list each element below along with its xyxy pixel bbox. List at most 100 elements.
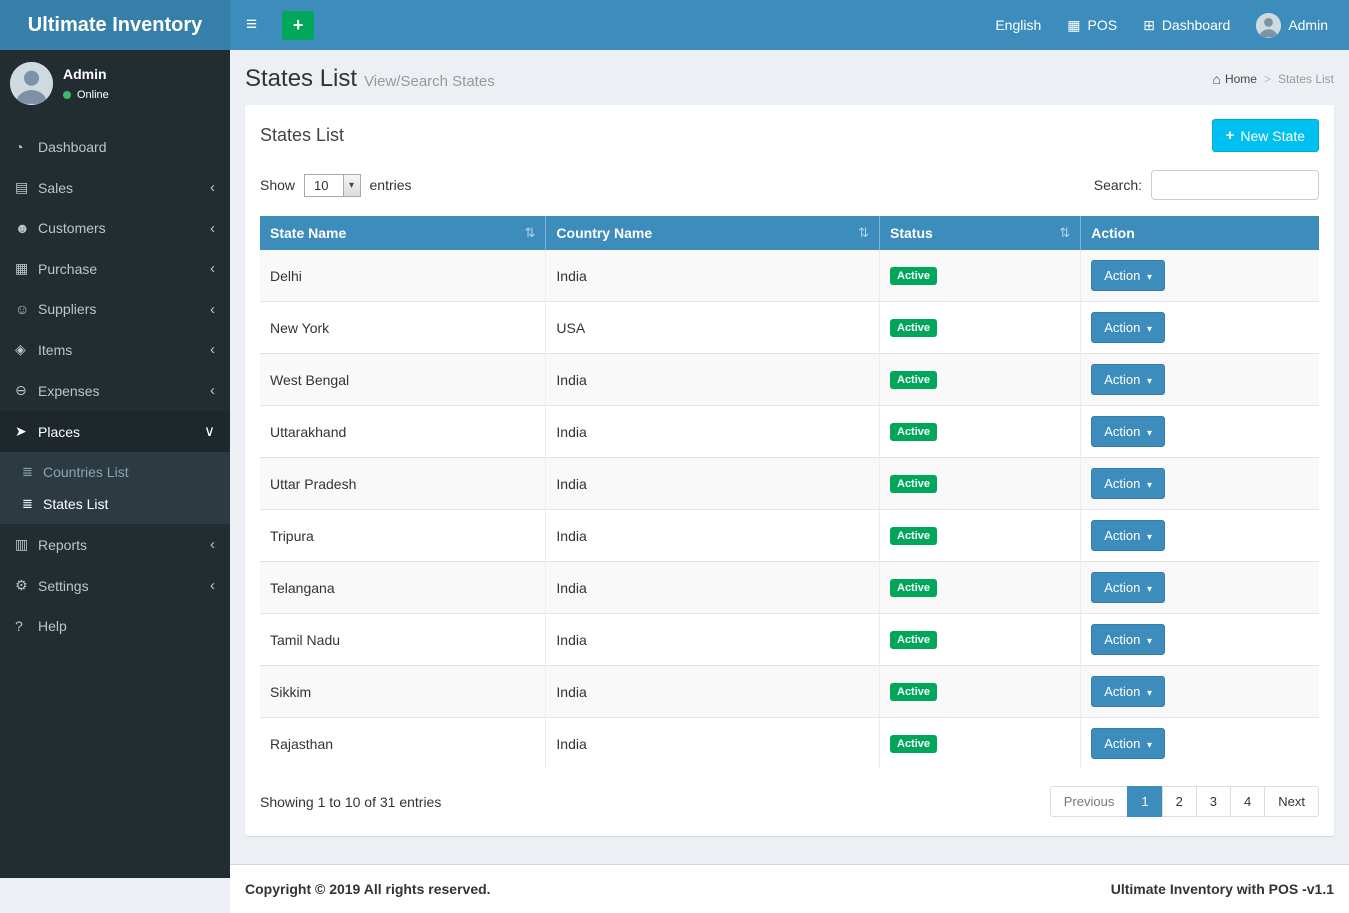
country-name-cell: India [546,250,880,302]
status-badge: Active [890,735,937,753]
action-cell: Action ▾ [1081,718,1319,770]
search-input[interactable] [1151,170,1319,200]
column-label: Action [1091,225,1135,241]
avatar [10,62,53,105]
sidebar-item-help[interactable]: ?Help [0,606,230,646]
country-name-cell: India [546,614,880,666]
hamburger-icon[interactable]: ≡ [230,0,273,50]
sidebar-item-settings[interactable]: ⚙Settings‹ [0,565,230,606]
action-dropdown-button[interactable]: Action ▾ [1091,468,1165,499]
items-icon: ◈ [15,341,38,358]
sidebar-item-expenses[interactable]: ⊖Expenses‹ [0,370,230,411]
plus-icon: + [293,15,304,36]
action-dropdown-button[interactable]: Action ▾ [1091,260,1165,291]
search-control: Search: [1094,170,1319,200]
sales-icon: ▤ [15,179,38,196]
nav-pos[interactable]: ▦ POS [1054,0,1130,50]
action-cell: Action ▾ [1081,250,1319,302]
sidebar-item-customers[interactable]: ☻Customers‹ [0,208,230,248]
action-dropdown-button[interactable]: Action ▾ [1091,364,1165,395]
nav-user-menu[interactable]: Admin [1243,0,1341,50]
sidebar-item-label: Settings [38,578,210,594]
table-row: Uttar PradeshIndiaActiveAction ▾ [260,458,1319,510]
user-status-label: Online [77,89,109,101]
sidebar-item-suppliers[interactable]: ☺Suppliers‹ [0,289,230,329]
search-label: Search: [1094,177,1142,193]
action-dropdown-button[interactable]: Action ▾ [1091,312,1165,343]
column-header-state-name[interactable]: State Name ⇅ [260,216,546,250]
caret-down-icon: ▾ [1147,740,1152,751]
pagination-page-2[interactable]: 2 [1162,786,1197,817]
action-dropdown-button[interactable]: Action ▾ [1091,728,1165,759]
sort-icon: ⇅ [525,225,536,241]
table-footer: Showing 1 to 10 of 31 entries Previous12… [245,769,1334,836]
sidebar-item-sales[interactable]: ▤Sales‹ [0,167,230,208]
chevron-left-icon: ‹ [210,383,215,398]
help-icon: ? [15,618,38,634]
column-header-action: Action [1081,216,1319,250]
action-dropdown-button[interactable]: Action ▾ [1091,572,1165,603]
sidebar-item-states-list[interactable]: ≣States List [0,488,230,520]
status-cell: Active [880,718,1081,770]
sidebar-item-label: Dashboard [38,139,215,155]
state-name-cell: Uttar Pradesh [260,458,546,510]
pagination-page-4[interactable]: 4 [1230,786,1265,817]
sidebar-item-places[interactable]: ➤Places∨ [0,411,230,452]
sort-icon: ⇅ [1059,225,1070,241]
sidebar-item-reports[interactable]: ▥Reports‹ [0,524,230,565]
quick-add-button[interactable]: + [282,11,314,40]
chevron-left-icon: ‹ [210,302,215,317]
sidebar-item-label: Purchase [38,261,210,277]
status-cell: Active [880,302,1081,354]
new-state-button[interactable]: + New State [1212,119,1319,152]
content-area: States ListView/Search States ⌂ Home > S… [230,0,1349,864]
state-name-cell: Tamil Nadu [260,614,546,666]
caret-down-icon: ▾ [1147,272,1152,283]
sidebar-item-items[interactable]: ◈Items‹ [0,329,230,370]
user-status: Online [63,89,109,101]
sidebar: Admin Online ◔Dashboard▤Sales‹☻Customers… [0,50,230,878]
sidebar-item-dashboard[interactable]: ◔Dashboard [0,127,230,167]
action-dropdown-button[interactable]: Action ▾ [1091,624,1165,655]
brand-logo[interactable]: Ultimate Inventory [0,0,230,50]
state-name-cell: Rajasthan [260,718,546,770]
expenses-icon: ⊖ [15,382,38,399]
action-dropdown-button[interactable]: Action ▾ [1091,676,1165,707]
column-header-country-name[interactable]: Country Name⇅ [546,216,880,250]
status-badge: Active [890,527,937,545]
pagination-previous[interactable]: Previous [1050,786,1129,817]
pagination-page-1[interactable]: 1 [1127,786,1162,817]
nav-dashboard[interactable]: ⊞ Dashboard [1130,0,1243,50]
status-badge: Active [890,319,937,337]
country-name-cell: USA [546,302,880,354]
table-controls: Show 10 ▾ entries Search: [245,166,1334,216]
column-label: State Name [270,225,346,241]
page-size-select[interactable]: 10 ▾ [304,174,360,197]
action-dropdown-button[interactable]: Action ▾ [1091,416,1165,447]
breadcrumb-home[interactable]: ⌂ Home [1212,71,1256,87]
action-cell: Action ▾ [1081,458,1319,510]
status-badge: Active [890,683,937,701]
box-header: States List + New State [245,105,1334,166]
status-cell: Active [880,562,1081,614]
sidebar-item-label: Suppliers [38,301,210,317]
chevron-left-icon: ‹ [210,180,215,195]
sidebar-item-countries-list[interactable]: ≣Countries List [0,456,230,488]
sidebar-item-label: Reports [38,537,210,553]
sidebar-item-purchase[interactable]: ▦Purchase‹ [0,248,230,289]
caret-down-icon: ▾ [1147,480,1152,491]
action-cell: Action ▾ [1081,614,1319,666]
user-info: Admin Online [63,62,109,101]
user-panel: Admin Online [0,50,230,117]
navbar-right: English ▦ POS ⊞ Dashboard Admin [982,0,1349,50]
home-icon: ⌂ [1212,71,1220,87]
nav-language[interactable]: English [982,0,1054,50]
column-header-status[interactable]: Status⇅ [880,216,1081,250]
footer-version: Ultimate Inventory with POS -v1.1 [1111,881,1334,897]
action-dropdown-button[interactable]: Action ▾ [1091,520,1165,551]
pagination-page-3[interactable]: 3 [1196,786,1231,817]
state-name-cell: New York [260,302,546,354]
pagination: Previous1234Next [1050,786,1319,817]
pagination-next[interactable]: Next [1264,786,1319,817]
suppliers-icon: ☺ [15,301,38,317]
